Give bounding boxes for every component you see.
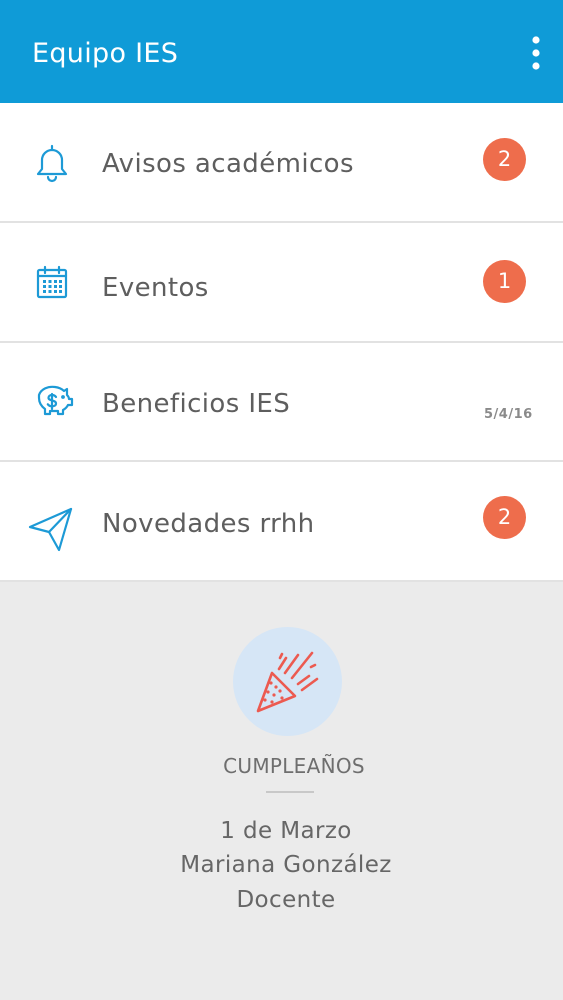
birthday-person-role: Docente: [236, 887, 336, 913]
menu-item-eventos[interactable]: Eventos 1: [0, 223, 563, 343]
app-title: Equipo IES: [32, 38, 179, 69]
menu-list: Avisos académicos 2 Eventos 1 Beneficios…: [0, 103, 563, 582]
unread-count-badge: 2: [483, 496, 526, 539]
party-popper-icon: [256, 651, 319, 713]
paper-plane-icon: [26, 506, 74, 554]
overflow-menu-button[interactable]: [518, 32, 554, 76]
menu-item-beneficios-ies[interactable]: Beneficios IES 5/4/16: [0, 343, 563, 462]
birthday-date: 1 de Marzo: [220, 818, 352, 844]
piggy-bank-icon: [28, 378, 76, 426]
calendar-icon: [28, 259, 76, 307]
birthday-heading: CUMPLEAÑOS: [223, 754, 365, 778]
bell-icon: [28, 139, 76, 187]
menu-item-label: Beneficios IES: [102, 389, 291, 419]
more-vertical-icon: [532, 36, 540, 70]
divider: [266, 791, 314, 793]
birthday-card: CUMPLEAÑOS 1 de Marzo Mariana González D…: [0, 586, 563, 1000]
menu-item-avisos-academicos[interactable]: Avisos académicos 2: [0, 103, 563, 223]
birthday-person-name: Mariana González: [180, 852, 392, 878]
unread-count-badge: 2: [483, 138, 526, 181]
menu-item-label: Eventos: [102, 273, 209, 303]
item-date: 5/4/16: [484, 407, 533, 422]
menu-item-label: Avisos académicos: [102, 149, 354, 179]
app-bar: Equipo IES: [0, 0, 563, 103]
unread-count-badge: 1: [483, 260, 526, 303]
menu-item-novedades-rrhh[interactable]: Novedades rrhh 2: [0, 462, 563, 582]
menu-item-label: Novedades rrhh: [102, 509, 315, 539]
birthday-icon-circle: [233, 627, 342, 736]
